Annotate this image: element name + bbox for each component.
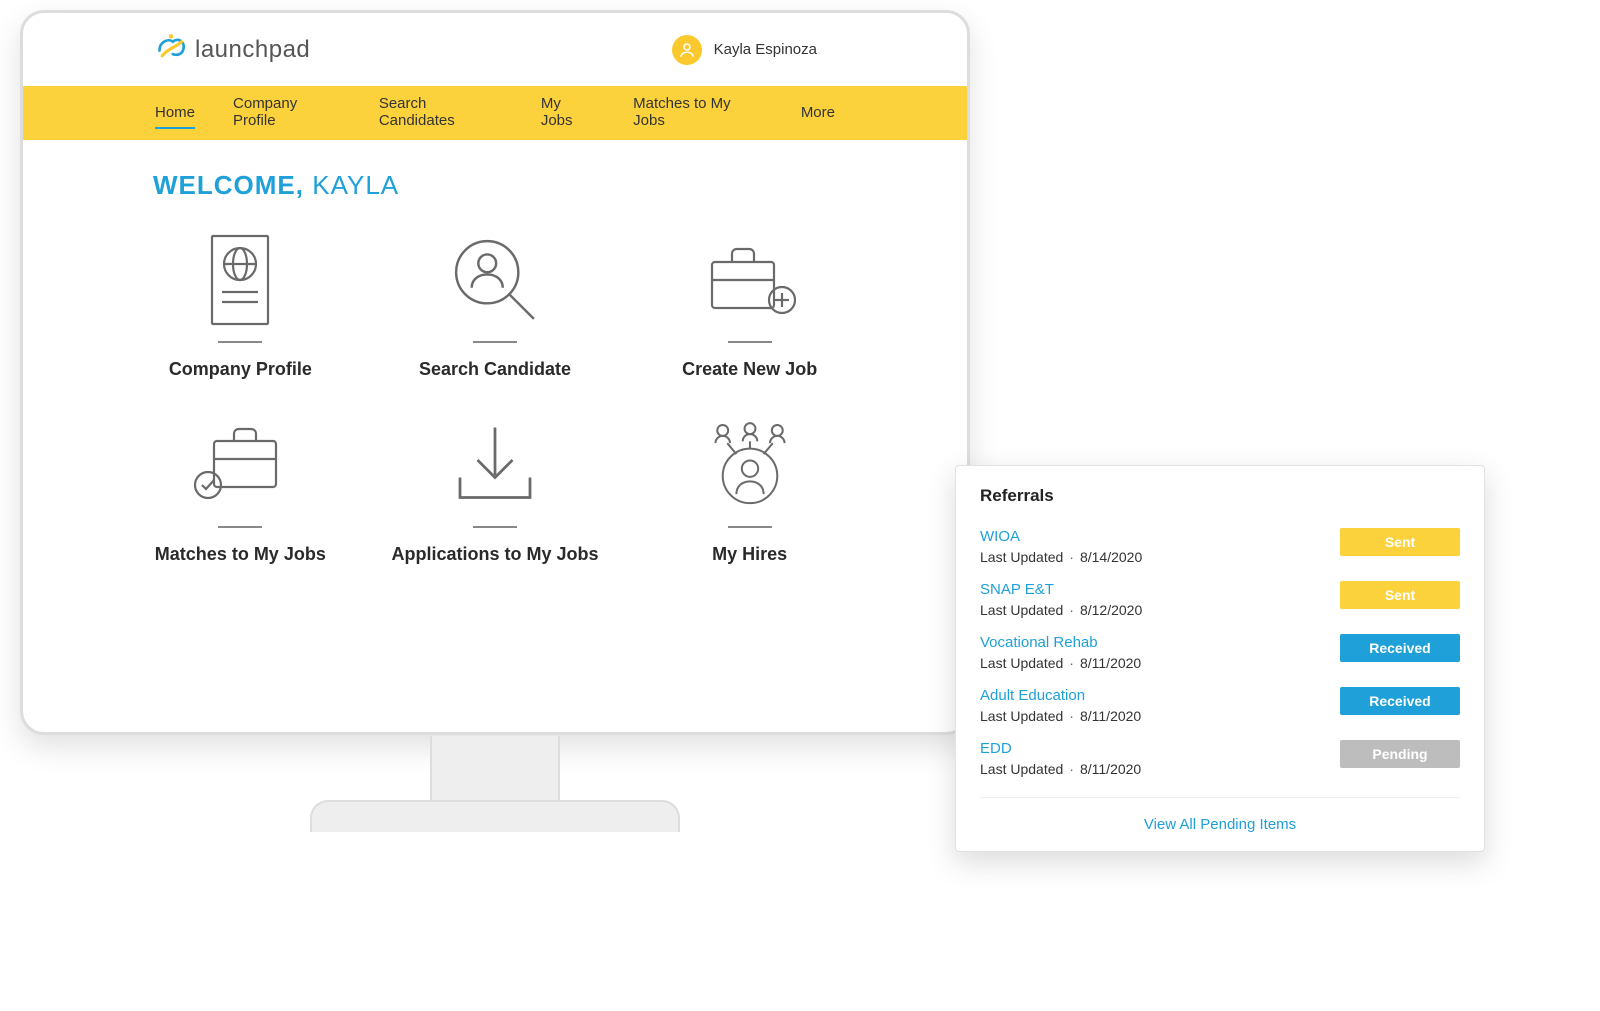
status-badge[interactable]: Received — [1340, 687, 1460, 715]
briefcase-plus-icon — [700, 225, 800, 335]
status-badge[interactable]: Sent — [1340, 528, 1460, 556]
nav-item-company-profile[interactable]: Company Profile — [233, 89, 341, 137]
nav-item-matches-to-my-jobs[interactable]: Matches to My Jobs — [633, 89, 763, 137]
nav-item-more[interactable]: More — [801, 98, 835, 129]
tile-my-hires[interactable]: My Hires — [632, 410, 867, 565]
tile-label: Create New Job — [682, 359, 817, 380]
referral-row: SNAP E&T Last Updated·8/12/2020Sent — [980, 573, 1460, 626]
divider — [980, 797, 1460, 798]
tile-label: Search Candidate — [419, 359, 571, 380]
people-network-icon — [700, 410, 800, 520]
referral-row: WIOA Last Updated·8/14/2020Sent — [980, 520, 1460, 573]
tile-search-candidate[interactable]: Search Candidate — [378, 225, 613, 380]
status-badge[interactable]: Sent — [1340, 581, 1460, 609]
status-badge[interactable]: Pending — [1340, 740, 1460, 768]
monitor-stand-base — [310, 800, 680, 832]
referral-row: Vocational Rehab Last Updated·8/11/2020Re… — [980, 626, 1460, 679]
referral-meta: Last Updated·8/14/2020 — [980, 549, 1340, 565]
referral-link[interactable]: WIOA — [980, 528, 1340, 545]
tile-label: My Hires — [712, 544, 787, 565]
monitor-stand-neck — [430, 736, 560, 806]
divider — [473, 526, 517, 528]
tile-label: Matches to My Jobs — [155, 544, 326, 565]
divider — [218, 526, 262, 528]
nav-item-home[interactable]: Home — [155, 98, 195, 129]
user-menu[interactable]: Kayla Espinoza — [672, 35, 817, 65]
tile-company-profile[interactable]: Company Profile — [123, 225, 358, 380]
referral-link[interactable]: SNAP E&T — [980, 581, 1340, 598]
main-nav: Home Company Profile Search Candidates My J… — [23, 86, 967, 140]
tile-label: Applications to My Jobs — [391, 544, 598, 565]
divider — [728, 341, 772, 343]
app-window: launchpad Kayla Espinoza Home Company Pro… — [23, 13, 967, 732]
monitor-frame: launchpad Kayla Espinoza Home Company Pro… — [20, 10, 970, 735]
referral-link[interactable]: Adult Education — [980, 687, 1340, 704]
view-all-pending-link[interactable]: View All Pending Items — [980, 808, 1460, 835]
welcome-label: WELCOME, — [153, 170, 304, 200]
divider — [218, 341, 262, 343]
referral-meta: Last Updated·8/11/2020 — [980, 655, 1340, 671]
search-person-icon — [445, 225, 545, 335]
logo-text: launchpad — [195, 36, 310, 64]
briefcase-check-icon — [190, 410, 290, 520]
logo-icon — [153, 31, 189, 68]
referral-meta: Last Updated·8/11/2020 — [980, 708, 1340, 724]
tile-label: Company Profile — [169, 359, 312, 380]
dashboard-tiles: Company Profile Search Candidate Create Ne… — [23, 215, 967, 585]
welcome-heading: WELCOME, KAYLA — [23, 140, 967, 215]
referral-link[interactable]: Vocational Rehab — [980, 634, 1340, 651]
referral-meta: Last Updated·8/12/2020 — [980, 602, 1340, 618]
document-globe-icon — [190, 225, 290, 335]
user-name: Kayla Espinoza — [714, 41, 817, 58]
tile-applications-to-my-jobs[interactable]: Applications to My Jobs — [378, 410, 613, 565]
referral-row: EDD Last Updated·8/11/2020Pending — [980, 732, 1460, 785]
avatar-icon — [672, 35, 702, 65]
tile-create-new-job[interactable]: Create New Job — [632, 225, 867, 380]
welcome-username: KAYLA — [312, 170, 399, 200]
nav-item-search-candidates[interactable]: Search Candidates — [379, 89, 503, 137]
divider — [728, 526, 772, 528]
logo[interactable]: launchpad — [153, 31, 310, 68]
referrals-panel: Referrals WIOA Last Updated·8/14/2020Sent… — [955, 465, 1485, 852]
topbar: launchpad Kayla Espinoza — [23, 13, 967, 86]
referrals-title: Referrals — [980, 486, 1460, 506]
divider — [473, 341, 517, 343]
tile-matches-to-my-jobs[interactable]: Matches to My Jobs — [123, 410, 358, 565]
referral-meta: Last Updated·8/11/2020 — [980, 761, 1340, 777]
referral-row: Adult Education Last Updated·8/11/2020Rec… — [980, 679, 1460, 732]
nav-item-my-jobs[interactable]: My Jobs — [541, 89, 595, 137]
status-badge[interactable]: Received — [1340, 634, 1460, 662]
referral-link[interactable]: EDD — [980, 740, 1340, 757]
download-tray-icon — [445, 410, 545, 520]
